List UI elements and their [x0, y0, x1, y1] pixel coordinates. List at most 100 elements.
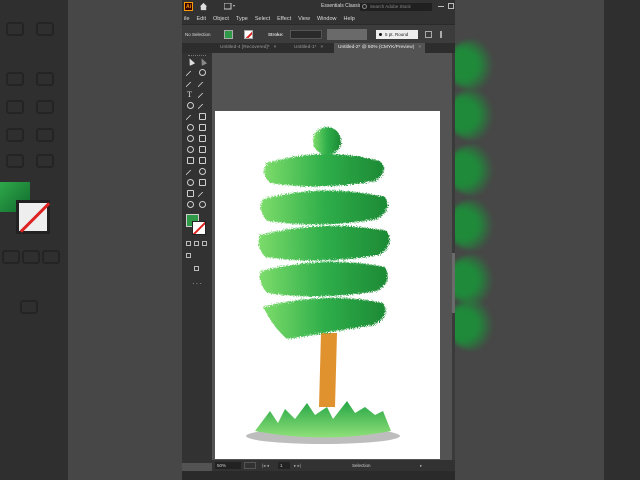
artboard[interactable]: [215, 111, 440, 459]
type-tool[interactable]: T: [186, 90, 195, 99]
blurred-tool-icon: [36, 154, 54, 168]
close-icon[interactable]: ×: [320, 45, 323, 50]
scrollbar-thumb[interactable]: [452, 253, 455, 313]
stroke-weight-field[interactable]: [290, 30, 322, 39]
fill-color-swatch[interactable]: [224, 30, 233, 39]
perspective-grid-icon: [199, 146, 206, 153]
selection-state-label: No Selection: [185, 32, 211, 37]
menu-view[interactable]: View: [298, 16, 310, 22]
scale-icon: [199, 124, 206, 131]
zoom-level-field[interactable]: 50%: [215, 462, 241, 469]
rotate-view-field[interactable]: [244, 462, 256, 469]
canvas-area[interactable]: [212, 53, 452, 460]
align-icon[interactable]: [440, 31, 447, 38]
screen-mode-icon[interactable]: [194, 266, 199, 271]
perspective-grid-tool[interactable]: [198, 145, 207, 154]
blurred-tool-icon: [36, 100, 54, 114]
blurred-background-left: [0, 0, 182, 480]
hand-tool[interactable]: [186, 200, 195, 209]
column-graph-tool[interactable]: [198, 178, 207, 187]
color-mode-icon[interactable]: [186, 241, 191, 246]
shaper-tool[interactable]: [185, 112, 196, 125]
close-icon[interactable]: ×: [418, 45, 421, 50]
menu-select[interactable]: Select: [255, 16, 270, 22]
blurred-foliage: [455, 40, 499, 90]
direct-selection-tool[interactable]: [198, 57, 208, 66]
menu-window[interactable]: Window: [317, 16, 337, 22]
symbol-sprayer-tool[interactable]: [186, 178, 195, 187]
eraser-tool[interactable]: [198, 112, 207, 121]
document-setup-icon[interactable]: [425, 31, 432, 38]
blurred-tool-icon: [22, 250, 40, 264]
width-tool[interactable]: [186, 134, 195, 143]
curvature-tool[interactable]: [197, 79, 208, 92]
stock-search-input[interactable]: Search Adobe Stock: [360, 3, 432, 11]
symbol-sprayer-icon: [187, 179, 194, 186]
panel-grip[interactable]: [188, 55, 206, 56]
free-transform-icon: [199, 135, 206, 142]
toolbar-stroke-swatch[interactable]: [192, 221, 206, 235]
variable-width-profile[interactable]: [327, 29, 367, 40]
stroke-label[interactable]: Stroke:: [268, 32, 284, 37]
blurred-foliage: [455, 90, 499, 140]
app-logo: Ai: [184, 2, 193, 11]
slice-tool[interactable]: [197, 189, 208, 202]
tab-label: Untitled-4 [Recovered]*: [220, 45, 270, 50]
tab-untitled-1[interactable]: Untitled-1* ×: [290, 43, 327, 53]
menu-effect[interactable]: Effect: [277, 16, 291, 22]
menu-file[interactable]: ile: [184, 16, 190, 22]
blurred-tool-icon: [20, 300, 38, 314]
trunk: [319, 333, 337, 407]
maximize-button[interactable]: [448, 3, 454, 9]
column-graph-icon: [199, 179, 206, 186]
draw-mode-icon[interactable]: [186, 253, 191, 258]
blurred-tool-icon: [6, 100, 24, 114]
status-menu-arrow[interactable]: ▸: [420, 462, 422, 469]
shape-builder-tool[interactable]: [186, 145, 195, 154]
home-icon[interactable]: [199, 2, 208, 11]
arrange-documents-icon[interactable]: [224, 3, 236, 10]
blend-tool[interactable]: [198, 167, 207, 176]
close-icon[interactable]: ×: [274, 45, 277, 50]
eraser-icon: [199, 113, 206, 120]
workspace-switcher[interactable]: Essentials Classic: [321, 3, 361, 9]
selection-tool[interactable]: [186, 57, 196, 66]
menu-help[interactable]: Help: [344, 16, 355, 22]
tab-untitled-4[interactable]: Untitled-4 [Recovered]* ×: [216, 43, 280, 53]
hand-icon: [187, 201, 194, 208]
brush-definition-dropdown[interactable]: 5 pt. Round: [376, 30, 418, 39]
ellipse-tool[interactable]: [186, 101, 195, 110]
mesh-tool[interactable]: [186, 156, 195, 165]
blurred-scroll-strip: [604, 0, 640, 480]
tab-untitled-2[interactable]: Untitled-2* @ 50% (CMYK/Preview) ×: [334, 43, 426, 53]
rotate-tool[interactable]: [186, 123, 195, 132]
menu-bar: ile Edit Object Type Select Effect View …: [182, 13, 455, 24]
paintbrush-tool[interactable]: [197, 101, 208, 114]
free-transform-tool[interactable]: [198, 134, 207, 143]
gradient-tool[interactable]: [198, 156, 207, 165]
artboard-previous-buttons[interactable]: |◂ ◂: [262, 462, 278, 469]
menu-type[interactable]: Type: [236, 16, 248, 22]
stroke-color-swatch[interactable]: [244, 30, 253, 39]
menu-edit[interactable]: Edit: [197, 16, 206, 22]
none-mode-icon[interactable]: [202, 241, 207, 246]
ellipse-icon: [187, 102, 194, 109]
pen-tool[interactable]: [185, 79, 196, 92]
artboard-next-buttons[interactable]: ▸ ▸|: [294, 462, 310, 469]
magic-wand-tool[interactable]: [185, 68, 196, 81]
scale-tool[interactable]: [198, 123, 207, 132]
minimize-button[interactable]: [438, 6, 444, 7]
foliage: [258, 127, 390, 339]
eyedropper-tool[interactable]: [185, 167, 196, 180]
menu-object[interactable]: Object: [213, 16, 229, 22]
artboard-tool[interactable]: [186, 189, 195, 198]
status-bar: 50% |◂ ◂ 1 ▸ ▸| Selection ▸: [212, 460, 455, 471]
zoom-tool[interactable]: [198, 200, 207, 209]
artboard-number-field[interactable]: 1: [278, 462, 290, 469]
edit-toolbar-icon[interactable]: ···: [192, 279, 203, 288]
line-segment-tool[interactable]: [197, 90, 208, 103]
blurred-foliage: [455, 145, 499, 195]
gradient-mode-icon[interactable]: [194, 241, 199, 246]
vertical-scrollbar[interactable]: [452, 53, 455, 460]
lasso-tool[interactable]: [198, 68, 207, 77]
